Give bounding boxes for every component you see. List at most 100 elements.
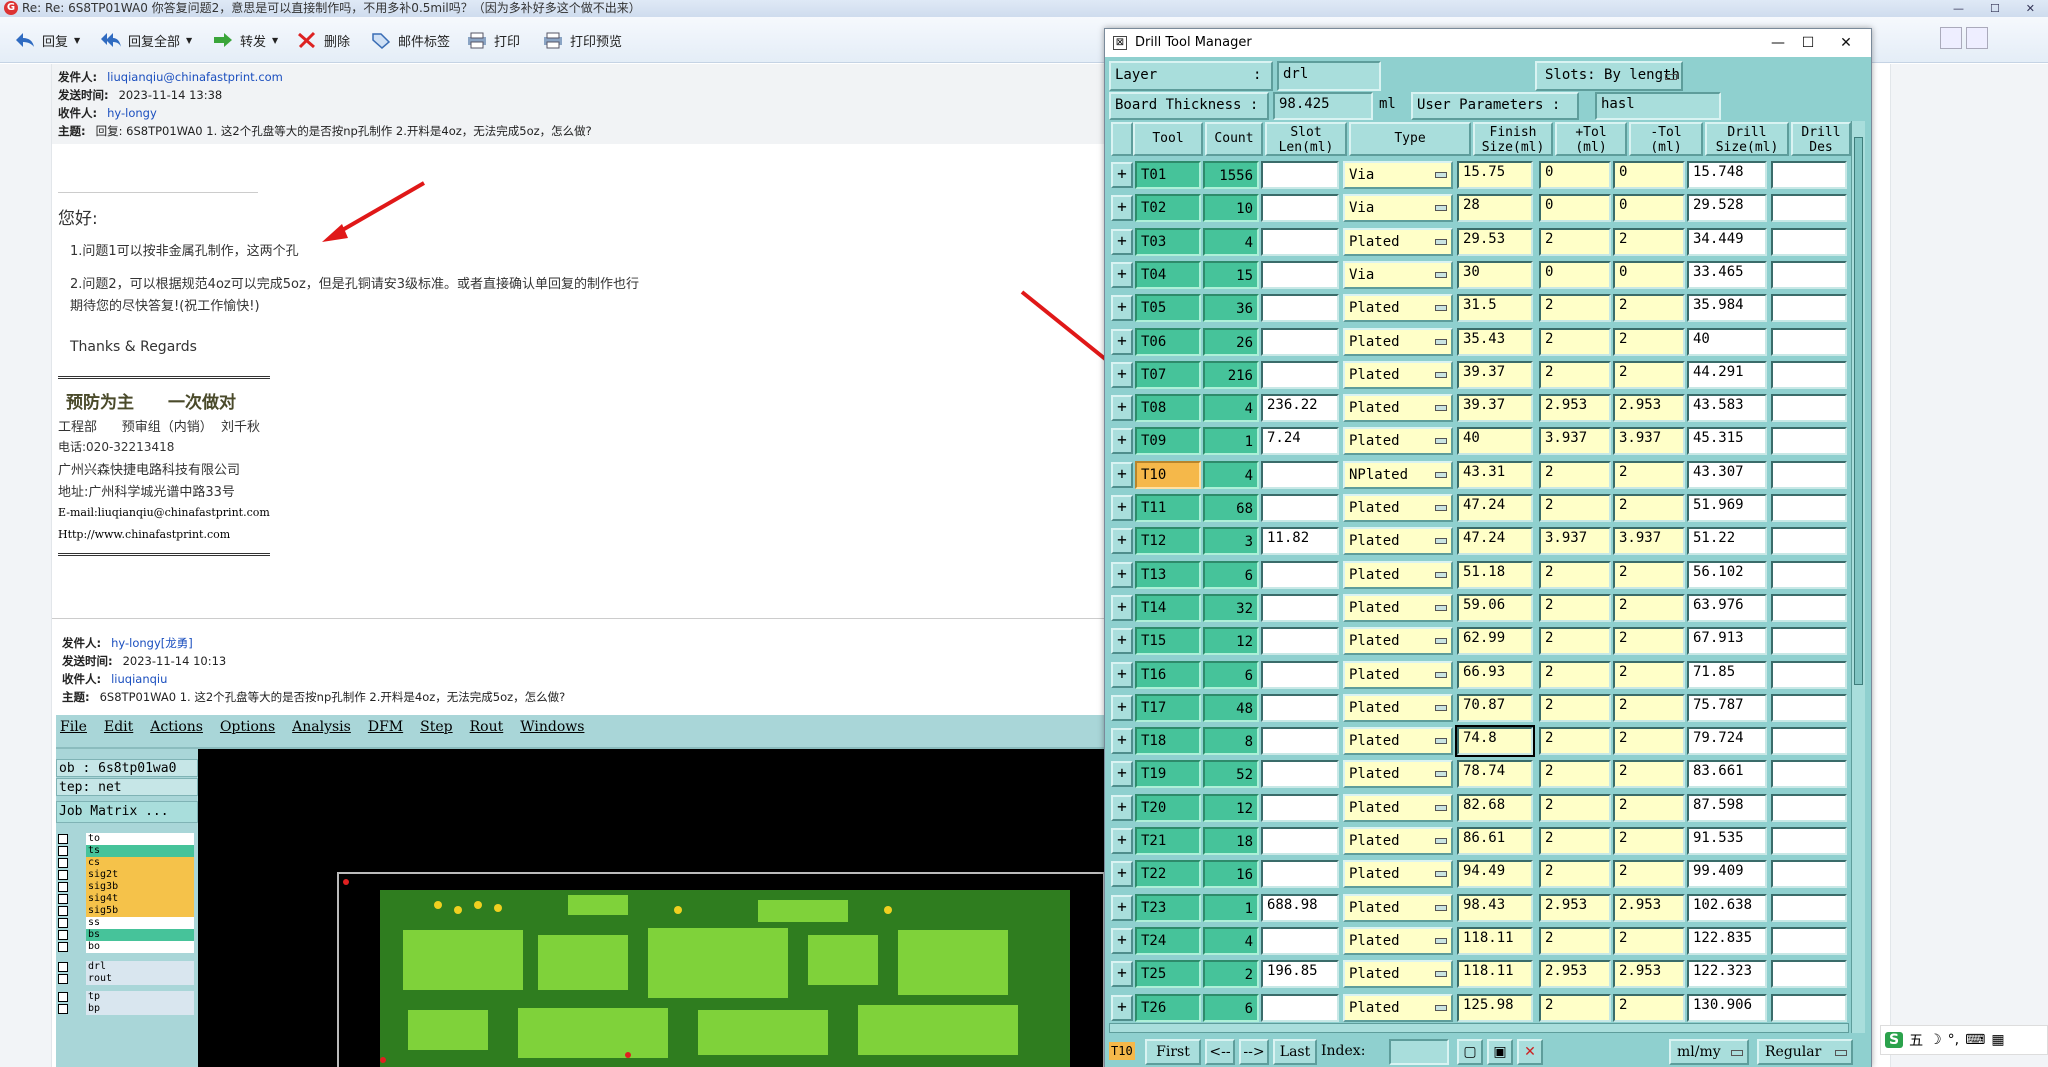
tool-name[interactable]: T20 — [1135, 793, 1201, 822]
drill-des-input[interactable] — [1771, 827, 1847, 855]
slot-length-input[interactable]: 11.82 — [1261, 527, 1339, 556]
minus-tol-input[interactable]: 2 — [1613, 793, 1685, 822]
cancel-icon[interactable]: ✕ — [1517, 1039, 1543, 1065]
drill-des-input[interactable] — [1771, 627, 1847, 656]
plus-tol-input[interactable]: 2 — [1539, 227, 1611, 256]
maximize-icon[interactable]: ☐ — [1990, 0, 2000, 17]
tool-name[interactable]: T19 — [1135, 760, 1201, 789]
drill-des-input[interactable] — [1771, 593, 1847, 622]
finish-size-input[interactable]: 82.68 — [1457, 793, 1533, 822]
to-link[interactable]: hy-longy — [107, 106, 157, 120]
type-selector[interactable]: Plated — [1343, 727, 1453, 756]
drill-des-input[interactable] — [1771, 760, 1847, 789]
expand-icon[interactable]: + — [1111, 894, 1133, 921]
index-field[interactable] — [1389, 1039, 1449, 1065]
type-selector[interactable]: Plated — [1343, 394, 1453, 423]
plus-tol-input[interactable]: 2 — [1539, 460, 1611, 489]
finish-size-input[interactable]: 59.06 — [1457, 593, 1533, 622]
expand-icon[interactable]: + — [1111, 794, 1133, 821]
layer-checkbox[interactable] — [58, 974, 68, 984]
slot-length-input[interactable] — [1261, 793, 1339, 822]
slot-length-input[interactable]: 196.85 — [1261, 960, 1339, 989]
drill-des-input[interactable] — [1771, 793, 1847, 822]
slot-length-input[interactable] — [1261, 460, 1339, 489]
minus-tol-input[interactable]: 2.953 — [1613, 394, 1685, 423]
plus-tol-input[interactable]: 2 — [1539, 926, 1611, 955]
close-icon[interactable]: ✕ — [2026, 0, 2035, 17]
tool-name[interactable]: T22 — [1135, 860, 1201, 889]
layer-item[interactable]: sig5b — [86, 905, 194, 917]
mail-tag-button[interactable]: 邮件标签 — [370, 29, 450, 51]
plus-tol-input[interactable]: 0 — [1539, 161, 1611, 189]
layer-checkbox[interactable] — [58, 962, 68, 972]
expand-icon[interactable]: + — [1111, 328, 1133, 355]
first-button[interactable]: First — [1145, 1039, 1201, 1065]
drill-size-input[interactable]: 91.535 — [1687, 827, 1767, 855]
slot-length-input[interactable] — [1261, 860, 1339, 889]
drill-size-input[interactable]: 40 — [1687, 327, 1767, 356]
plus-tol-input[interactable]: 2 — [1539, 993, 1611, 1022]
plus-tol-input[interactable]: 2.953 — [1539, 960, 1611, 989]
drill-des-input[interactable] — [1771, 993, 1847, 1022]
expand-icon[interactable]: + — [1111, 361, 1133, 388]
save-icon[interactable]: ▣ — [1487, 1039, 1513, 1065]
type-selector[interactable]: Plated — [1343, 860, 1453, 889]
layer-checkbox[interactable] — [58, 992, 68, 1002]
expand-icon[interactable]: + — [1111, 528, 1133, 555]
slot-length-input[interactable] — [1261, 294, 1339, 323]
vertical-scrollbar[interactable] — [1851, 121, 1865, 1033]
tool-name[interactable]: T09 — [1135, 427, 1201, 456]
finish-size-input[interactable]: 28 — [1457, 194, 1533, 223]
type-selector[interactable]: Plated — [1343, 427, 1453, 456]
minus-tol-input[interactable]: 2 — [1613, 294, 1685, 323]
from-link-2[interactable]: hy-longy[龙勇] — [111, 636, 193, 650]
type-selector[interactable]: Plated — [1343, 360, 1453, 389]
expand-icon[interactable]: + — [1111, 728, 1133, 755]
tool-name[interactable]: T21 — [1135, 827, 1201, 855]
finish-size-input[interactable]: 47.24 — [1457, 527, 1533, 556]
plus-tol-input[interactable]: 2 — [1539, 860, 1611, 889]
drill-size-input[interactable]: 51.969 — [1687, 494, 1767, 522]
minus-tol-input[interactable]: 2 — [1613, 627, 1685, 656]
tool-name[interactable]: T04 — [1135, 260, 1201, 289]
slot-length-input[interactable] — [1261, 227, 1339, 256]
minus-tol-input[interactable]: 2 — [1613, 593, 1685, 622]
tool-row[interactable]: + T20 12 Plated 82.68 2 2 87.598 — [1111, 792, 1851, 825]
plus-tol-input[interactable]: 2 — [1539, 360, 1611, 389]
tool-row[interactable]: + T10 4 NPlated 43.31 2 2 43.307 — [1111, 459, 1851, 492]
genesis-menu-item[interactable]: Edit — [104, 719, 133, 743]
tool-row[interactable]: + T15 12 Plated 62.99 2 2 67.913 — [1111, 625, 1851, 658]
layer-item[interactable]: cs — [86, 857, 194, 869]
user-parameters-field[interactable]: hasl — [1595, 92, 1721, 120]
plus-tol-input[interactable]: 2 — [1539, 627, 1611, 656]
layer-field[interactable]: drl — [1277, 61, 1381, 91]
plus-tol-input[interactable]: 2 — [1539, 327, 1611, 356]
tool-row[interactable]: + T04 15 Via 30 0 0 33.465 — [1111, 259, 1851, 292]
tool-row[interactable]: + T02 10 Via 28 0 0 29.528 — [1111, 192, 1851, 225]
board-thickness-field[interactable]: 98.425 — [1273, 92, 1373, 120]
slot-length-input[interactable] — [1261, 827, 1339, 855]
to-link-2[interactable]: liuqianqiu — [111, 672, 167, 686]
expand-icon[interactable]: + — [1111, 428, 1133, 455]
plus-tol-input[interactable]: 2.953 — [1539, 893, 1611, 922]
tool-name[interactable]: T11 — [1135, 494, 1201, 522]
genesis-menu-item[interactable]: Windows — [520, 719, 584, 743]
finish-size-input[interactable]: 39.37 — [1457, 360, 1533, 389]
type-selector[interactable]: Via — [1343, 260, 1453, 289]
tool-name[interactable]: T12 — [1135, 527, 1201, 556]
drill-size-input[interactable]: 51.22 — [1687, 527, 1767, 556]
minus-tol-input[interactable]: 2 — [1613, 860, 1685, 889]
finish-size-input[interactable]: 29.53 — [1457, 227, 1533, 256]
tool-name[interactable]: T05 — [1135, 294, 1201, 323]
drill-des-input[interactable] — [1771, 527, 1847, 556]
print-preview-button[interactable]: 打印预览 — [542, 29, 622, 51]
slot-length-input[interactable] — [1261, 194, 1339, 223]
tool-row[interactable]: + T24 4 Plated 118.11 2 2 122.835 — [1111, 925, 1851, 958]
reply-all-button[interactable]: 回复全部 ▼ — [100, 29, 192, 51]
slot-length-input[interactable] — [1261, 627, 1339, 656]
type-selector[interactable]: Plated — [1343, 560, 1453, 589]
slot-length-input[interactable] — [1261, 660, 1339, 689]
plus-tol-input[interactable]: 2 — [1539, 294, 1611, 323]
layer-checkbox[interactable] — [58, 930, 68, 940]
plus-tol-input[interactable]: 2 — [1539, 660, 1611, 689]
